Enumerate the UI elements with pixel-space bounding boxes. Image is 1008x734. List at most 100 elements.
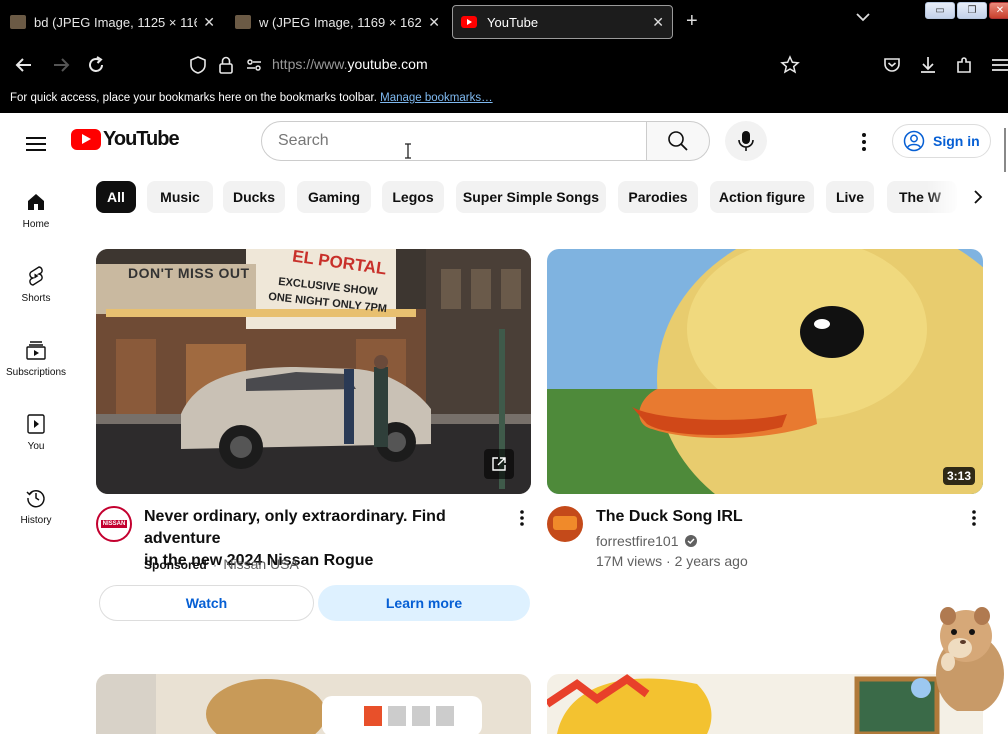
tab-title: YouTube [487,14,539,30]
sidebar-item-label: History [20,515,52,526]
sidebar-item-you[interactable]: You [0,413,72,452]
minimize-button[interactable]: ▭ [925,2,955,19]
permissions-icon[interactable] [243,54,265,76]
watch-button[interactable]: Watch [99,585,314,621]
sidebar-item-home[interactable]: Home [0,191,72,230]
image-favicon-icon [10,15,26,29]
search-button[interactable] [646,121,710,161]
more-actions-icon[interactable] [971,509,977,527]
video-duration: 3:13 [943,467,976,485]
chip-live[interactable]: Live [826,181,874,213]
ad-meta: Sponsored · Nissan USA [144,556,299,572]
app-menu-icon[interactable] [989,54,1008,76]
chip-all[interactable]: All [96,181,136,213]
url-prefix: https://www. [272,56,348,72]
new-tab-button[interactable]: + [686,10,698,33]
video-thumbnail[interactable]: 3:13 [547,249,983,494]
guide-menu-icon[interactable] [26,133,46,155]
shorts-icon [29,266,43,286]
partial-thumbnail-art [96,674,531,734]
bookmarks-message: For quick access, place your bookmarks h… [10,92,377,104]
sidebar-item-shorts[interactable]: Shorts [0,265,72,304]
learn-more-button[interactable]: Learn more [318,585,530,621]
bookmark-star-icon[interactable] [779,54,801,76]
image-favicon-icon [235,15,251,29]
sidebar-item-history[interactable]: History [0,487,72,526]
chip-action-figure[interactable]: Action figure [710,181,814,213]
channel-row: forrestfire101 [596,533,698,549]
forward-arrow-icon[interactable] [50,54,72,76]
nissan-logo-text: NISSAN [101,520,127,528]
chip-super-simple-songs[interactable]: Super Simple Songs [456,181,606,213]
youtube-play-logo-icon [71,129,101,150]
home-icon [28,194,44,210]
ad-thumbnail[interactable]: DON'T MISS OUT EL PORTAL EXCLUSIVE SHOW … [96,249,531,494]
tab-strip: bd (JPEG Image, 1125 × 1166 pi ✕ w (JPEG… [0,0,1008,44]
tracking-protection-shield-icon[interactable] [187,54,209,76]
settings-more-icon[interactable] [858,131,870,153]
tab-close-icon[interactable]: ✕ [652,14,664,31]
more-actions-icon[interactable] [519,509,525,527]
chevron-right-icon[interactable] [970,187,986,207]
browser-chrome: bd (JPEG Image, 1125 × 1166 pi ✕ w (JPEG… [0,0,1008,113]
text-cursor-icon [405,143,411,159]
microphone-icon [738,131,754,151]
list-all-tabs-chevron-icon[interactable] [856,12,870,22]
back-arrow-icon[interactable] [13,54,35,76]
sign-in-button[interactable]: Sign in [892,124,991,158]
manage-bookmarks-link[interactable]: Manage bookmarks… [380,92,493,104]
video-thumbnail-partial[interactable] [547,674,983,734]
tab-image-w[interactable]: w (JPEG Image, 1169 × 1626 pix ✕ [235,5,440,39]
tab-title: w (JPEG Image, 1169 × 1626 pix [259,14,422,30]
address-bar[interactable]: https://www.youtube.com [272,56,428,72]
close-window-button[interactable]: ✕ [989,2,1008,19]
external-link-icon [492,457,506,471]
channel-name[interactable]: Nissan USA [223,556,298,572]
url-domain: youtube.com [347,56,428,72]
channel-avatar[interactable] [547,506,583,542]
page-scrollbar[interactable] [1004,128,1006,172]
pocket-icon[interactable] [881,54,903,76]
restore-button[interactable]: ❐ [957,2,987,19]
tab-close-icon[interactable]: ✕ [203,14,215,31]
chip-ducks[interactable]: Ducks [223,181,285,213]
video-stats: 17M views · 2 years ago [596,553,748,569]
extensions-puzzle-icon[interactable] [953,54,975,76]
search-input[interactable]: Search [261,121,647,161]
sidebar-item-subscriptions[interactable]: Subscriptions [0,339,72,378]
meta-separator: · [213,558,218,572]
reload-icon[interactable] [85,54,107,76]
sidebar-item-label: Shorts [21,293,51,304]
you-icon [27,414,45,434]
lock-icon[interactable] [215,54,237,76]
tab-title: bd (JPEG Image, 1125 × 1166 pi [34,14,198,30]
downloads-icon[interactable] [917,54,939,76]
avatar-art [553,516,577,530]
duck-closeup-scene [547,249,983,494]
sign-in-label: Sign in [933,133,980,149]
chip-legos[interactable]: Legos [382,181,444,213]
tab-image-bd[interactable]: bd (JPEG Image, 1125 × 1166 pi ✕ [10,5,215,39]
hamster-sticker-image [936,607,1004,711]
youtube-favicon-icon [461,16,477,28]
chip-parodies[interactable]: Parodies [618,181,698,213]
chip-gaming[interactable]: Gaming [297,181,371,213]
subscriptions-icon [26,341,46,360]
tab-close-icon[interactable]: ✕ [428,14,440,31]
sponsored-label: Sponsored [144,558,207,572]
youtube-logo[interactable]: YouTube [71,128,180,151]
chip-fade [926,181,976,213]
channel-name[interactable]: forrestfire101 [596,533,678,549]
video-title[interactable]: The Duck Song IRL [596,506,956,528]
verified-badge-icon [685,535,698,547]
category-chip-bar: All Music Ducks Gaming Legos Super Simpl… [96,181,976,213]
tab-youtube[interactable]: YouTube ✕ [452,5,673,39]
sidebar-item-label: You [27,441,45,452]
open-external-button[interactable] [484,449,514,479]
search-icon [668,131,688,151]
chip-music[interactable]: Music [147,181,213,213]
voice-search-button[interactable] [725,121,767,161]
nissan-avatar[interactable]: NISSAN [96,506,132,542]
ad-title-line-1: Never ordinary, only extraordinary. Find… [144,508,446,547]
video-thumbnail-partial[interactable] [96,674,531,734]
